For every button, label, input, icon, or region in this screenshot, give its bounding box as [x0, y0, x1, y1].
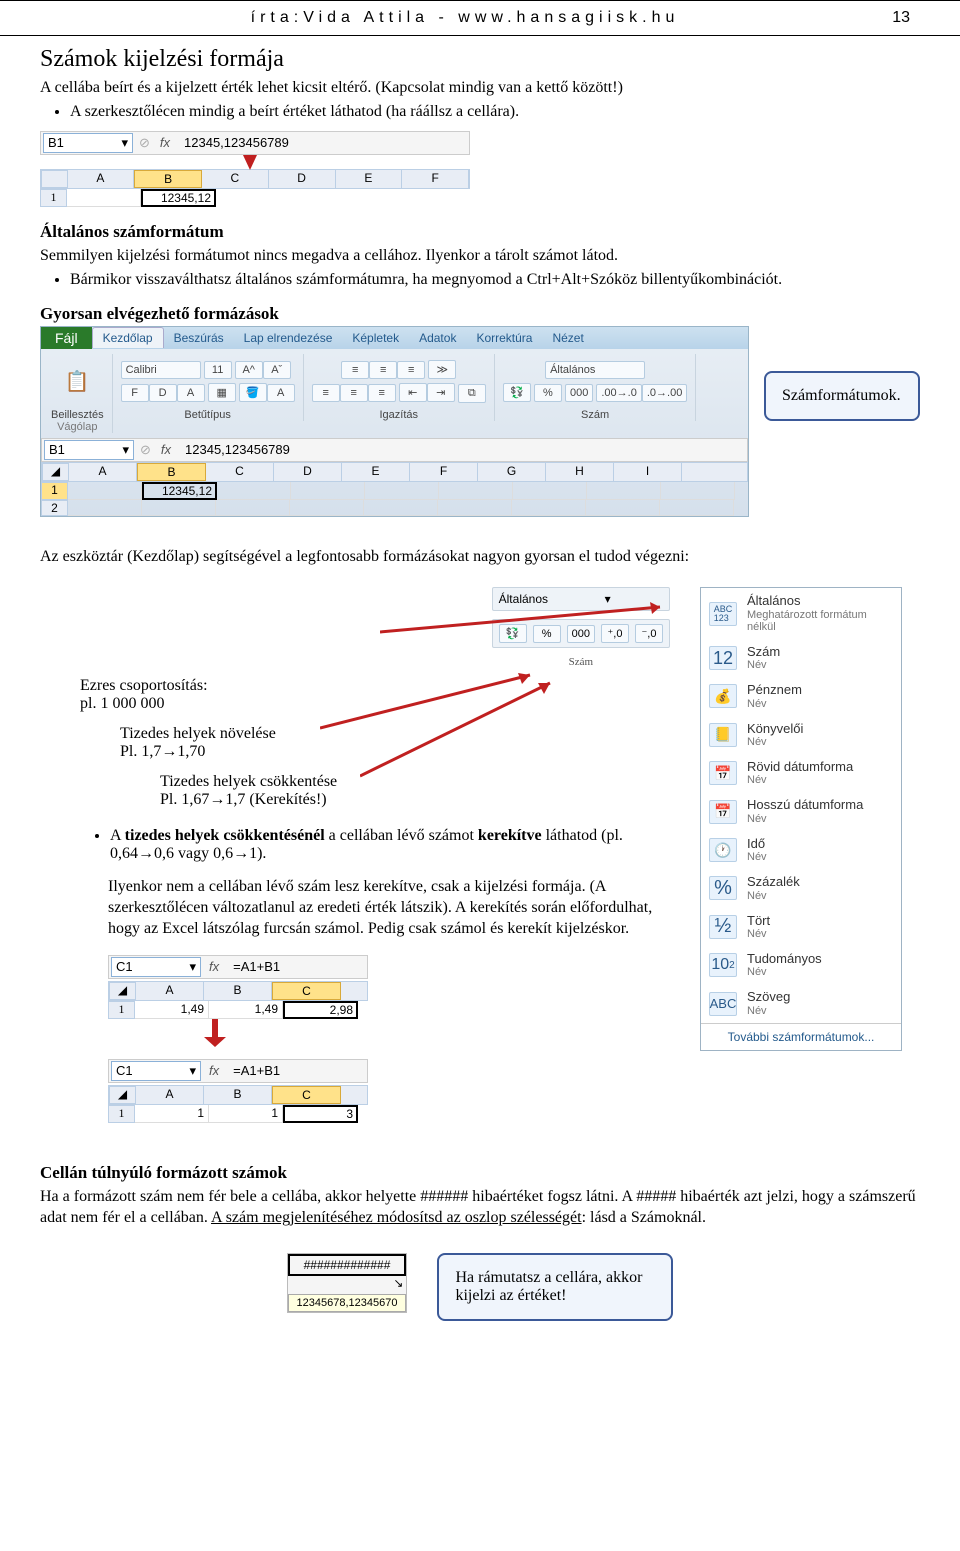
fm-item-scientific[interactable]: 102TudományosNév [701, 946, 901, 984]
hash-error-cell: ############# ↘ 12345678,12345670 [287, 1253, 408, 1313]
section1-title: Számok kijelzési formája [40, 46, 920, 73]
fill-icon[interactable]: 🪣 [239, 383, 267, 402]
decrease-decimal-icon[interactable]: .0→.00 [642, 384, 687, 402]
fm-item-short-date[interactable]: 📅Rövid dátumformaNév [701, 754, 901, 792]
border-icon[interactable]: ▦ [208, 383, 236, 402]
cell-b1[interactable]: 12345,12 [141, 189, 216, 207]
tizedes-csokkentes: Tizedes helyek csökkentése Pl. 1,67→1,7 … [160, 773, 680, 809]
section4-bullet: A tizedes helyek csökkentésénél a celláb… [110, 827, 680, 863]
fm-item-percent[interactable]: %SzázalékNév [701, 869, 901, 907]
fm-item-fraction[interactable]: ½TörtNév [701, 908, 901, 946]
callout-tooltip: Ha rámutatsz a cellára, akkor kijelzi az… [437, 1253, 673, 1321]
fm-item-time[interactable]: 🕐IdőNév [701, 831, 901, 869]
number-format-dropdown[interactable]: Általános [545, 361, 645, 379]
increase-decimal-icon[interactable]: .00→.0 [596, 384, 641, 402]
section3-p-after: Az eszköztár (Kezdőlap) segítségével a l… [40, 547, 920, 568]
fx-icon[interactable]: fx [154, 135, 176, 150]
fm-item-accounting[interactable]: 📒KönyvelőiNév [701, 716, 901, 754]
percent-icon[interactable]: % [534, 384, 562, 402]
fm-item-text[interactable]: ABCSzövegNév [701, 984, 901, 1022]
page-number: 13 [880, 9, 910, 27]
section4-p1: Ilyenkor nem a cellában lévő szám lesz k… [108, 877, 680, 939]
section5-title: Cellán túlnyúló formázott számok [40, 1163, 920, 1183]
section2-title: Általános számformátum [40, 222, 920, 242]
grid-row: 1 12345,12 [40, 189, 470, 207]
comma-icon[interactable]: 000 [565, 384, 593, 402]
section1-bullet1: A szerkesztőlécen mindig a beírt értéket… [70, 103, 920, 121]
font-color-icon[interactable]: A [267, 384, 295, 402]
name-box[interactable]: B1▾ [43, 133, 133, 153]
currency-icon[interactable]: 💱 [503, 383, 531, 402]
tooltip-value: 12345678,12345670 [288, 1294, 407, 1312]
fm-more-formats[interactable]: További számformátumok... [701, 1023, 901, 1050]
fm-item-general[interactable]: ABC123ÁltalánosMeghatározott formátum né… [701, 588, 901, 638]
number-format-menu: ABC123ÁltalánosMeghatározott formátum né… [700, 587, 902, 1050]
fm-item-number[interactable]: 12SzámNév [701, 639, 901, 677]
fm-item-currency[interactable]: 💰PénznemNév [701, 677, 901, 715]
section3-title: Gyorsan elvégezhető formázások [40, 304, 920, 324]
tab-file[interactable]: Fájl [41, 327, 92, 349]
section1-p1: A cellába beírt és a kijelzett érték leh… [40, 78, 920, 99]
merge-icon[interactable]: ⧉ [458, 384, 486, 403]
section5-p: Ha a formázott szám nem fér bele a cellá… [40, 1187, 920, 1229]
header-author: írta:Vida Attila - www.hansagiisk.hu [50, 9, 880, 27]
excel-ribbon: Fájl Kezdőlap Beszúrás Lap elrendezése K… [40, 326, 749, 517]
ribbon-tabs: Fájl Kezdőlap Beszúrás Lap elrendezése K… [41, 327, 748, 349]
fm-item-long-date[interactable]: 📅Hosszú dátumformaNév [701, 792, 901, 830]
section2-bullet: Bármikor visszaválthatsz általános számf… [70, 271, 920, 289]
formula-value[interactable]: 12345,123456789 [176, 134, 297, 151]
column-headers[interactable]: A B C D E F [40, 169, 470, 189]
tab-home[interactable]: Kezdőlap [92, 327, 164, 348]
callout-szamformatumok: Számformátumok. [764, 371, 920, 421]
section2-p: Semmilyen kijelzési formátumot nincs meg… [40, 246, 920, 267]
page-header: írta:Vida Attila - www.hansagiisk.hu 13 [0, 0, 960, 36]
